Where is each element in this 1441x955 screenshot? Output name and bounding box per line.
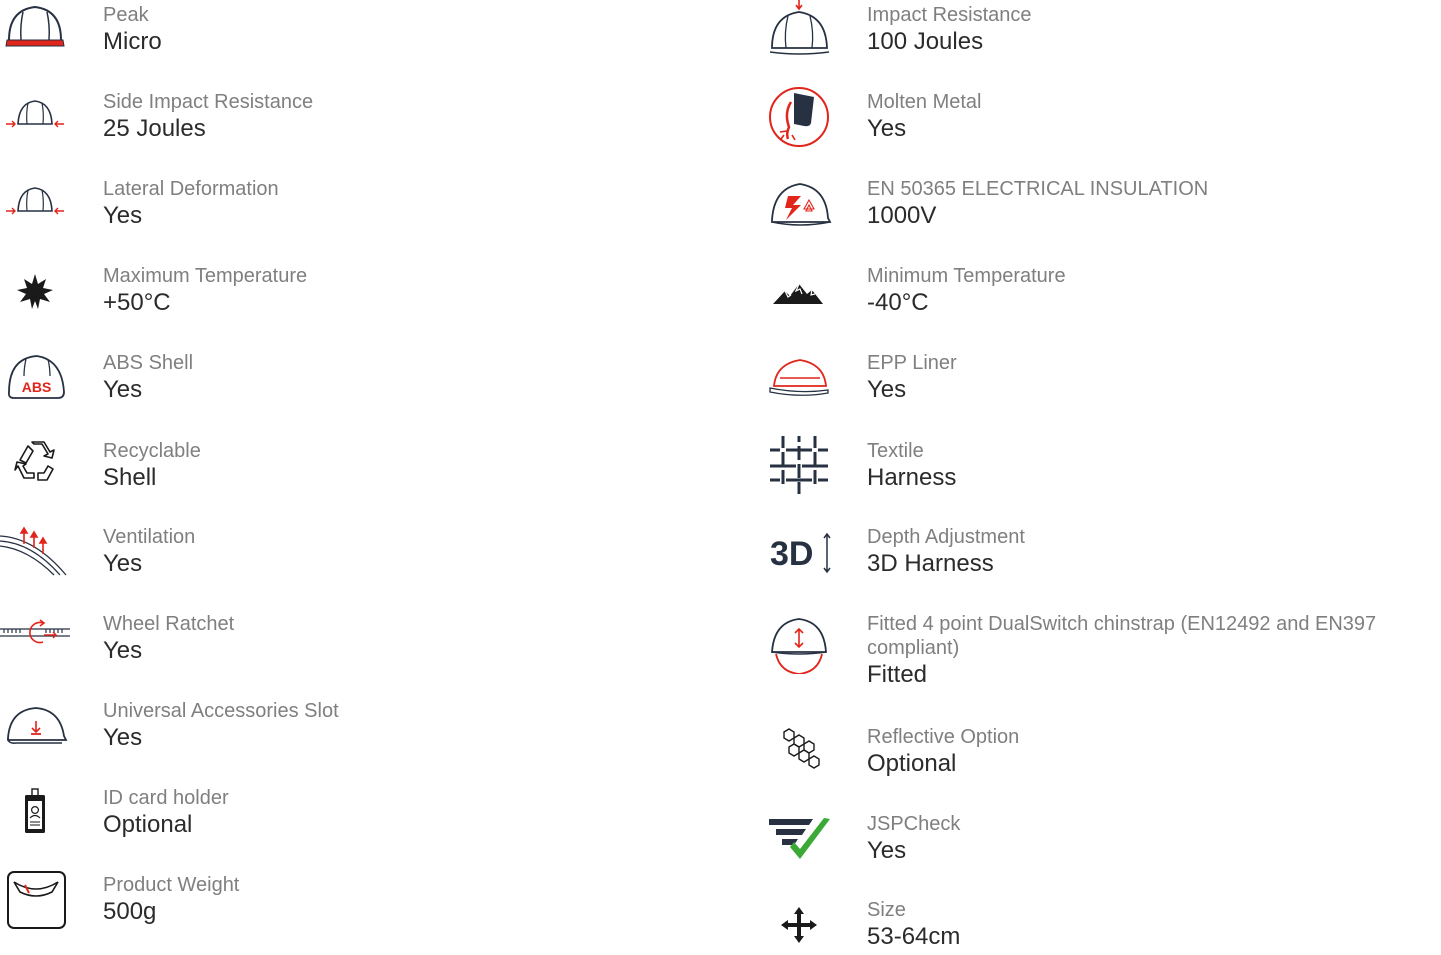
feature-value: 500g (103, 898, 157, 925)
feature-label: ABS Shell (103, 352, 194, 374)
epp-liner-icon (764, 348, 834, 408)
feature-label: Side Impact Resistance (103, 91, 314, 113)
feature-label: Product Weight (103, 874, 240, 896)
feature-value: Yes (103, 724, 143, 751)
lateral-deformation-icon (0, 174, 70, 234)
feature-label: Recyclable (103, 440, 201, 462)
feature-value: Harness (867, 464, 957, 491)
depth-3d-text: 3D (770, 535, 813, 573)
side-impact-icon (0, 87, 70, 147)
textile-icon (764, 436, 834, 496)
feature-value: Fitted (867, 661, 928, 688)
feature-label: Universal Accessories Slot (103, 700, 339, 722)
abs-text: ABS (22, 379, 52, 395)
feature-value: Shell (103, 464, 157, 491)
peak-icon (0, 0, 70, 60)
feature-label: EN 50365 ELECTRICAL INSULATION (867, 178, 1209, 200)
chinstrap-icon (764, 614, 834, 674)
feature-value: 100 Joules (867, 28, 984, 55)
feature-value: Yes (867, 837, 907, 864)
feature-value: Yes (103, 376, 143, 403)
feature-label: JSPCheck (867, 813, 961, 835)
feature-label: Ventilation (103, 526, 196, 548)
feature-value: +50°C (103, 289, 171, 316)
feature-value: 1000V (867, 202, 937, 229)
feature-value: 3D Harness (867, 550, 994, 577)
feature-label: Maximum Temperature (103, 265, 308, 287)
weight-scale-icon (0, 870, 70, 930)
accessory-slot-icon (0, 696, 70, 756)
feature-value: Optional (103, 811, 193, 838)
feature-value: Optional (867, 750, 957, 777)
feature-label: ID card holder (103, 787, 229, 809)
sun-icon (0, 261, 70, 321)
impact-resistance-icon (764, 0, 834, 60)
id-card-icon (0, 783, 70, 843)
abs-shell-icon: ABS (0, 348, 70, 408)
molten-metal-icon (764, 87, 834, 147)
feature-label: Fitted 4 point DualSwitch chinstrap (EN1… (867, 613, 1377, 659)
feature-value: Yes (867, 376, 907, 403)
feature-label: Textile (867, 440, 924, 462)
feature-label: Impact Resistance (867, 4, 1032, 26)
electrical-insulation-icon (764, 174, 834, 234)
feature-label: Size (867, 899, 906, 921)
feature-value: Micro (103, 28, 162, 55)
mountain-icon (764, 261, 834, 321)
feature-value: 53-64cm (867, 923, 961, 950)
feature-label: Minimum Temperature (867, 265, 1066, 287)
feature-label: Reflective Option (867, 726, 1020, 748)
ventilation-icon (0, 522, 70, 582)
feature-label: Wheel Ratchet (103, 613, 235, 635)
feature-value: Yes (103, 550, 143, 577)
feature-label: Depth Adjustment (867, 526, 1025, 548)
feature-label: Molten Metal (867, 91, 982, 113)
reflective-icon (764, 722, 834, 782)
depth-adjustment-icon: 3D (764, 522, 834, 582)
feature-value: Yes (103, 637, 143, 664)
feature-value: 25 Joules (103, 115, 206, 142)
ratchet-icon (0, 609, 70, 669)
feature-label: Peak (103, 4, 149, 26)
feature-label: Lateral Deformation (103, 178, 279, 200)
jspcheck-icon (764, 809, 834, 869)
feature-value: Yes (867, 115, 907, 142)
move-arrows-icon (764, 895, 834, 955)
feature-value: Yes (103, 202, 143, 229)
recycle-icon (0, 436, 70, 496)
feature-value: -40°C (867, 289, 929, 316)
feature-label: EPP Liner (867, 352, 957, 374)
